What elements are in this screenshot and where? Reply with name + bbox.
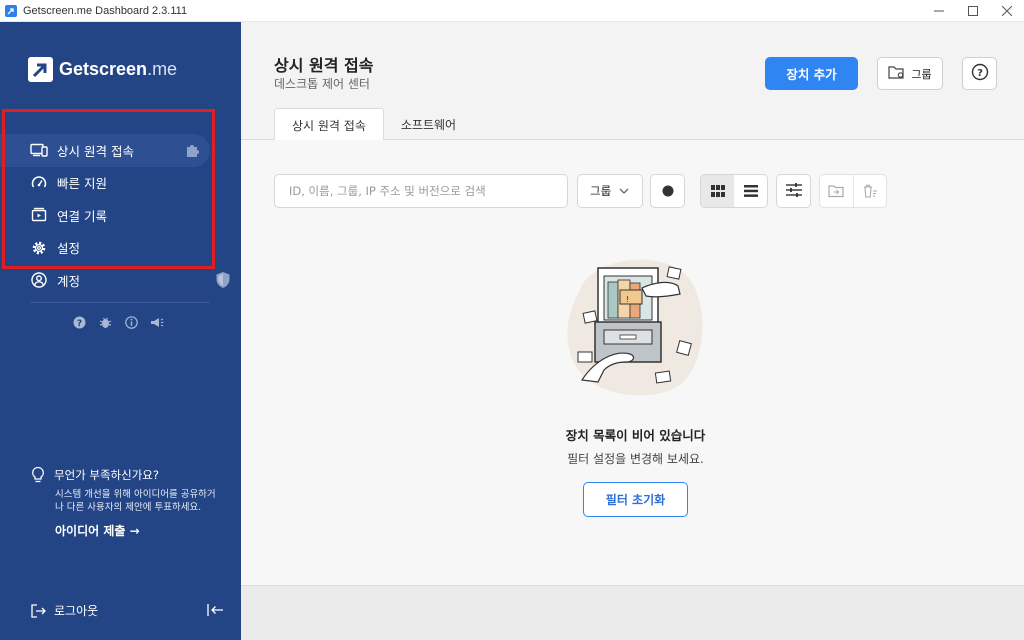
- svg-text:?: ?: [977, 68, 983, 79]
- bulk-actions: [819, 174, 887, 208]
- status-filter-button[interactable]: [650, 174, 685, 208]
- gear-icon: [30, 239, 48, 257]
- window-titlebar: Getscreen.me Dashboard 2.3.111: [0, 0, 1024, 22]
- close-button[interactable]: [990, 0, 1024, 22]
- sidebar-item-label: 설정: [57, 241, 81, 257]
- sidebar-item-always-on[interactable]: 상시 원격 접속: [0, 134, 210, 167]
- add-device-button[interactable]: 장치 추가: [765, 57, 858, 90]
- grid-view-icon[interactable]: [701, 175, 734, 207]
- page-title: 상시 원격 접속: [274, 56, 374, 75]
- tab-always-on[interactable]: 상시 원격 접속: [274, 108, 384, 142]
- devices-icon: [30, 141, 48, 159]
- speedometer-icon: [30, 174, 48, 192]
- window-title: Getscreen.me Dashboard 2.3.111: [23, 4, 188, 17]
- status-dot-icon: [662, 182, 674, 201]
- user-circle-icon: [30, 271, 48, 289]
- sidebar-item-settings[interactable]: 설정: [0, 232, 241, 265]
- shield-icon: [215, 271, 231, 292]
- group-select-value: 그룹: [590, 184, 612, 198]
- idea-description: 시스템 개선을 위해 아이디어를 공유하거나 다른 사용자의 제안에 투표하세요…: [55, 489, 216, 513]
- question-circle-icon: ?: [971, 63, 989, 85]
- sidebar-item-label: 상시 원격 접속: [57, 143, 134, 159]
- folder-settings-icon: [888, 65, 906, 83]
- idea-question: 무언가 부족하신가요?: [54, 468, 159, 482]
- sidebar-item-label: 계정: [57, 273, 81, 289]
- svg-text:!: !: [626, 295, 629, 304]
- sidebar-divider: [30, 302, 210, 303]
- svg-text:?: ?: [76, 319, 81, 329]
- collapse-sidebar-icon[interactable]: [206, 602, 224, 618]
- sidebar-item-history[interactable]: 연결 기록: [0, 199, 241, 232]
- submit-idea-link[interactable]: 아이디어 제출 →: [55, 522, 220, 539]
- sidebar-item-quick-support[interactable]: 빠른 지원: [0, 167, 241, 200]
- history-icon: [30, 206, 48, 224]
- sliders-icon: [785, 182, 802, 201]
- sidebar: Getscreen.me 상시 원격 접속 빠른 지원 연결 기록 설정 계정 …: [0, 22, 241, 640]
- page-footer: [241, 585, 1024, 640]
- brand-name: Getscreen.me: [59, 59, 178, 79]
- sidebar-mini-icons: ?: [72, 315, 164, 329]
- sidebar-nav: 상시 원격 접속 빠른 지원 연결 기록 설정 계정: [0, 134, 241, 297]
- group-button-label: 그룹: [911, 67, 932, 81]
- move-to-folder-icon[interactable]: [820, 175, 853, 207]
- search-input[interactable]: [274, 174, 568, 208]
- view-toggle: [700, 174, 768, 208]
- puzzle-icon: [184, 141, 202, 162]
- main-content: 그룹: [241, 140, 1024, 585]
- group-button[interactable]: 그룹: [877, 57, 943, 90]
- maximize-button[interactable]: [956, 0, 990, 22]
- tab-software[interactable]: 소프트웨어: [384, 108, 473, 141]
- help-icon[interactable]: ?: [72, 315, 86, 329]
- tab-bar: 상시 원격 접속 소프트웨어: [274, 108, 473, 142]
- empty-cabinet-illustration: !: [560, 250, 710, 400]
- group-select[interactable]: 그룹: [577, 174, 643, 208]
- info-icon[interactable]: [124, 315, 138, 329]
- delete-icon[interactable]: [852, 175, 887, 207]
- logout-button[interactable]: 로그아웃: [30, 602, 98, 619]
- reset-filter-button[interactable]: 필터 초기화: [583, 482, 688, 517]
- logout-label: 로그아웃: [54, 604, 99, 618]
- empty-state-title: 장치 목록이 비어 있습니다: [565, 428, 706, 443]
- empty-state-subtitle: 필터 설정을 변경해 보세요.: [567, 452, 704, 466]
- idea-panel: 무언가 부족하신가요? 시스템 개선을 위해 아이디어를 공유하거나 다른 사용…: [30, 466, 220, 539]
- bug-icon[interactable]: [98, 315, 112, 329]
- app-icon: [5, 4, 17, 17]
- megaphone-icon[interactable]: [150, 315, 164, 329]
- sidebar-item-account[interactable]: 계정: [0, 264, 241, 297]
- page-header: 상시 원격 접속 데스크톱 제어 센터 장치 추가 그룹 ? 상시 원격 접속 …: [241, 22, 1024, 142]
- list-view-icon[interactable]: [734, 175, 767, 207]
- lightbulb-icon: [30, 466, 46, 484]
- logout-icon: [30, 603, 46, 619]
- logo-mark-icon: [28, 57, 53, 82]
- sidebar-item-label: 빠른 지원: [57, 176, 107, 192]
- chevron-down-icon: [619, 184, 629, 198]
- sidebar-item-label: 연결 기록: [57, 208, 107, 224]
- brand-logo[interactable]: Getscreen.me: [28, 57, 177, 82]
- page-subtitle: 데스크톱 제어 센터: [274, 77, 370, 91]
- minimize-button[interactable]: [922, 0, 956, 22]
- filter-settings-button[interactable]: [776, 174, 811, 208]
- help-button[interactable]: ?: [962, 57, 997, 90]
